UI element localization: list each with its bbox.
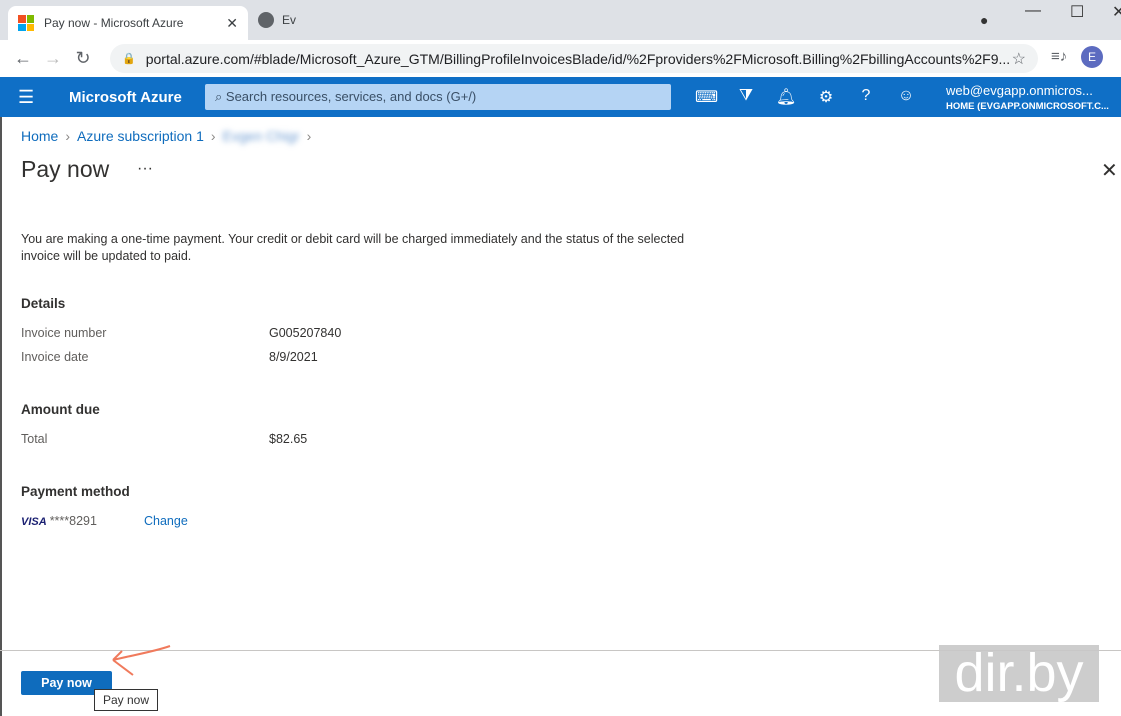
watermark: dir.by: [939, 645, 1099, 702]
search-input[interactable]: ⌕ Search resources, services, and docs (…: [205, 84, 671, 110]
forward-icon[interactable]: →: [38, 48, 68, 69]
invoice-date-value: 8/9/2021: [269, 350, 318, 364]
help-icon[interactable]: ?: [855, 87, 877, 105]
payment-method-row: VISA ****8291 Change: [21, 514, 421, 528]
directory-filter-icon[interactable]: ⧩: [735, 87, 757, 105]
annotation-arrow: [112, 645, 171, 676]
feedback-icon[interactable]: ☺: [895, 87, 917, 105]
azure-top-bar: ☰ Microsoft Azure ⌕ Search resources, se…: [0, 77, 1121, 117]
more-options-icon[interactable]: ···: [137, 160, 153, 178]
settings-gear-icon[interactable]: ⚙: [815, 87, 837, 107]
search-icon: ⌕: [215, 89, 226, 104]
page-title: Pay now: [21, 156, 110, 182]
visa-logo-icon: VISA: [21, 516, 47, 528]
profile-avatar[interactable]: E: [1081, 46, 1103, 68]
window-edge: [0, 117, 2, 716]
address-bar[interactable]: 🔒 portal.azure.com/#blade/Microsoft_Azur…: [110, 44, 1038, 73]
breadcrumb-home[interactable]: Home: [21, 128, 58, 144]
globe-icon: [258, 12, 274, 28]
chevron-right-icon: ›: [65, 128, 71, 144]
browser-tab-active[interactable]: Pay now - Microsoft Azure ✕: [8, 6, 248, 40]
user-tenant: HOME (EVGAPP.ONMICROSOFT.C...: [946, 101, 1109, 112]
breadcrumb: Home › Azure subscription 1 › Evgen Chigr ›: [21, 128, 311, 144]
close-blade-icon[interactable]: ✕: [1101, 158, 1118, 183]
pay-now-tooltip: Pay now: [94, 689, 159, 711]
breadcrumb-subscription[interactable]: Azure subscription 1: [77, 128, 204, 144]
label: Invoice date: [21, 350, 89, 364]
search-placeholder: Search resources, services, and docs (G+…: [225, 89, 477, 104]
maximize-icon[interactable]: ☐: [1070, 2, 1084, 22]
total-row: Total $82.65: [21, 432, 421, 446]
invoice-number-value: G005207840: [269, 326, 342, 340]
azure-brand[interactable]: Microsoft Azure: [69, 89, 182, 106]
reload-icon[interactable]: ↻: [68, 48, 98, 69]
close-tab-icon[interactable]: ✕: [226, 15, 238, 32]
notifications-icon[interactable]: 🔔︎: [775, 87, 797, 107]
cloud-shell-icon[interactable]: ⌨: [695, 87, 718, 107]
microsoft-logo-icon: [18, 15, 34, 31]
label: Total: [21, 432, 48, 446]
media-queue-icon[interactable]: ≡♪: [1051, 48, 1067, 65]
payment-method-heading: Payment method: [21, 484, 130, 499]
invoice-number-row: Invoice number G005207840: [21, 326, 421, 340]
amount-heading: Amount due: [21, 402, 100, 417]
account-menu[interactable]: web@evgapp.onmicros... HOME (EVGAPP.ONMI…: [946, 83, 1109, 115]
bookmark-star-icon[interactable]: ☆: [1012, 49, 1026, 69]
minimize-icon[interactable]: —: [1025, 2, 1041, 20]
payment-notice: You are making a one-time payment. Your …: [21, 232, 685, 263]
menu-icon[interactable]: ☰: [18, 87, 34, 108]
total-value: $82.65: [269, 432, 308, 446]
browser-tab-2[interactable]: Ev: [258, 12, 296, 28]
browser-toolbar: ← → ↻ 🔒 portal.azure.com/#blade/Microsof…: [0, 40, 1121, 77]
tab-title: Ev: [282, 13, 297, 27]
chevron-right-icon: ›: [306, 128, 312, 144]
back-icon[interactable]: ←: [8, 48, 38, 69]
card-number: ****8291: [49, 514, 97, 528]
tab-title: Pay now - Microsoft Azure: [44, 16, 184, 30]
chevron-right-icon: ›: [210, 128, 216, 144]
breadcrumb-billing-profile[interactable]: Evgen Chigr: [223, 128, 300, 144]
details-heading: Details: [21, 296, 66, 311]
change-payment-link[interactable]: Change: [144, 514, 188, 528]
invoice-date-row: Invoice date 8/9/2021: [21, 350, 421, 364]
browser-tab-bar: Pay now - Microsoft Azure ✕ Ev ● — ☐ ✕: [0, 0, 1121, 40]
lock-icon: 🔒: [122, 53, 136, 65]
close-window-icon[interactable]: ✕: [1112, 2, 1121, 22]
user-email: web@evgapp.onmicros...: [946, 83, 1093, 98]
url-text: portal.azure.com/#blade/Microsoft_Azure_…: [145, 50, 1011, 67]
label: Invoice number: [21, 326, 107, 340]
media-icon[interactable]: ●: [980, 12, 988, 28]
